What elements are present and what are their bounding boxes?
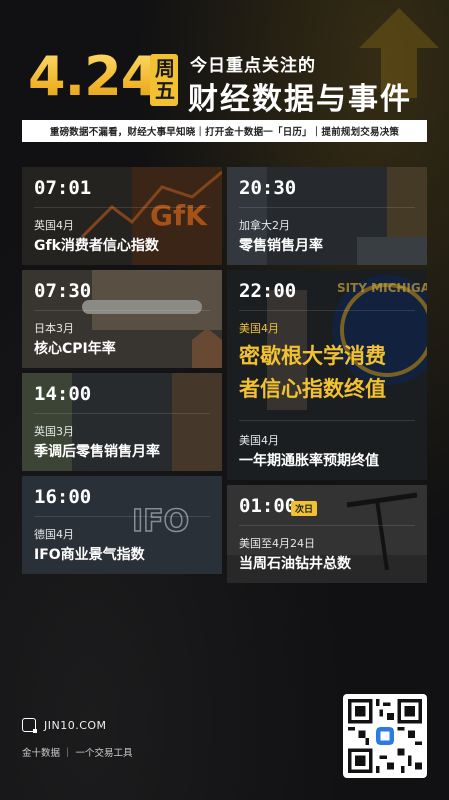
card-divider xyxy=(239,207,415,208)
event-title: 当周石油钻井总数 xyxy=(239,556,351,572)
event-card-michigan-sentiment[interactable]: SITY MICHIGA 22:00 美国4月 密歇根大学消费 者信心指数终值 … xyxy=(227,270,427,480)
card-divider xyxy=(239,310,415,311)
event-time: 01:00 xyxy=(239,495,297,517)
event-card-canada-retail[interactable]: 20:30 加拿大2月 零售销售月率 xyxy=(227,167,427,265)
event-time: 20:30 xyxy=(239,177,297,199)
event-region: 英国4月 xyxy=(34,219,74,232)
weekday-badge: 周五 xyxy=(150,54,178,106)
event-title: 季调后零售销售月率 xyxy=(34,444,160,460)
card-divider xyxy=(239,525,415,526)
header-headline: 财经数据与事件 xyxy=(188,82,412,117)
site-url[interactable]: JIN10.COM xyxy=(44,719,107,732)
event-time: 14:00 xyxy=(34,383,92,405)
event-card-uk-retail[interactable]: 14:00 英国3月 季调后零售销售月率 xyxy=(22,373,222,471)
event-region: 加拿大2月 xyxy=(239,219,290,232)
event-title-line1: 密歇根大学消费 xyxy=(239,344,386,368)
card-divider xyxy=(34,310,210,311)
event-region: 英国3月 xyxy=(34,425,74,438)
event-region: 美国至4月24日 xyxy=(239,537,315,550)
svg-text:IFO: IFO xyxy=(132,504,189,539)
promo-banner: 重磅数据不漏看，财经大事早知晓｜打开金十数据一「日历」｜提前规划交易决策 xyxy=(22,120,427,142)
svg-text:SITY MICHIGA: SITY MICHIGA xyxy=(337,281,427,295)
next-day-tag: 次日 xyxy=(291,501,318,516)
qr-code[interactable] xyxy=(343,694,427,778)
event-title: Gfk消费者信心指数 xyxy=(34,238,159,254)
card-divider xyxy=(34,207,210,208)
event-time: 22:00 xyxy=(239,280,297,302)
qr-code-icon xyxy=(348,699,422,773)
event-time: 07:30 xyxy=(34,280,92,302)
card-divider xyxy=(34,516,210,517)
event-title: 零售销售月率 xyxy=(239,238,323,254)
event-card-japan-cpi[interactable]: 07:30 日本3月 核心CPI年率 xyxy=(22,270,222,368)
event-time: 07:01 xyxy=(34,177,92,199)
header-subtitle: 今日重点关注的 xyxy=(190,56,316,76)
event-region: 德国4月 xyxy=(34,528,74,541)
svg-text:GfK: GfK xyxy=(150,199,208,232)
event-region-secondary: 美国4月 xyxy=(239,434,279,447)
date-heading: 4.24 xyxy=(28,42,158,112)
footer-logo: JIN10.COM xyxy=(22,718,107,733)
card-divider xyxy=(34,413,210,414)
event-region: 日本3月 xyxy=(34,322,74,335)
footer-slogan: 金十数据 ｜ 一个交易工具 xyxy=(22,748,133,759)
event-region: 美国4月 xyxy=(239,322,279,335)
event-card-gfk[interactable]: GfK 07:01 英国4月 Gfk消费者信心指数 xyxy=(22,167,222,265)
event-time: 16:00 xyxy=(34,486,92,508)
event-title-line2: 者信心指数终值 xyxy=(239,377,386,401)
event-title-secondary: 一年期通胀率预期终值 xyxy=(239,453,379,469)
jin10-logo-icon xyxy=(22,718,37,733)
event-title: IFO商业景气指数 xyxy=(34,547,145,563)
event-title: 核心CPI年率 xyxy=(34,341,116,357)
event-card-ifo[interactable]: IFO 16:00 德国4月 IFO商业景气指数 xyxy=(22,476,222,574)
event-card-oil-rigs[interactable]: 01:00 次日 美国至4月24日 当周石油钻井总数 xyxy=(227,485,427,583)
card-divider xyxy=(239,420,415,421)
